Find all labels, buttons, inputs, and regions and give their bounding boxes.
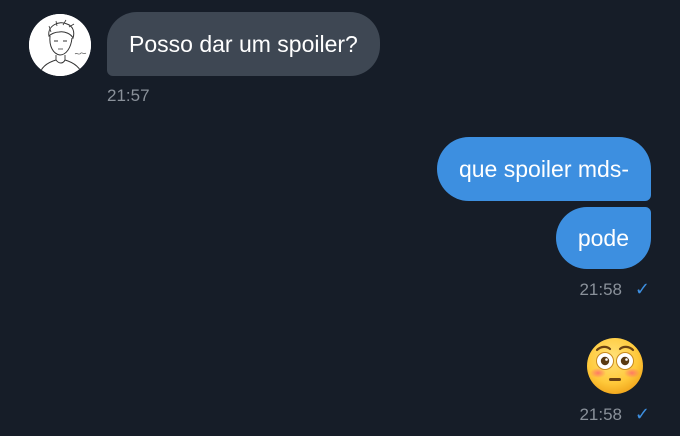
outgoing-message-text: pode [577,224,629,251]
outgoing-message-time: 21:58 [579,280,622,299]
outgoing-message-time: 21:58 [579,405,622,424]
check-icon: ✓ [634,279,650,299]
avatar[interactable] [29,14,91,76]
outgoing-message-bubble[interactable]: que spoiler mds- [436,137,651,201]
incoming-message-text: Posso dar um spoiler? [129,30,358,57]
incoming-message-time: 21:57 [107,86,150,105]
incoming-message-bubble[interactable]: Posso dar um spoiler? [107,12,380,76]
flushed-face-icon [587,338,643,394]
sketch-portrait-icon [29,14,91,76]
check-icon: ✓ [634,404,650,424]
flushed-face-emoji[interactable] [586,337,644,395]
outgoing-message-text: que spoiler mds- [458,155,629,182]
outgoing-message-bubble[interactable]: pode [555,207,651,269]
